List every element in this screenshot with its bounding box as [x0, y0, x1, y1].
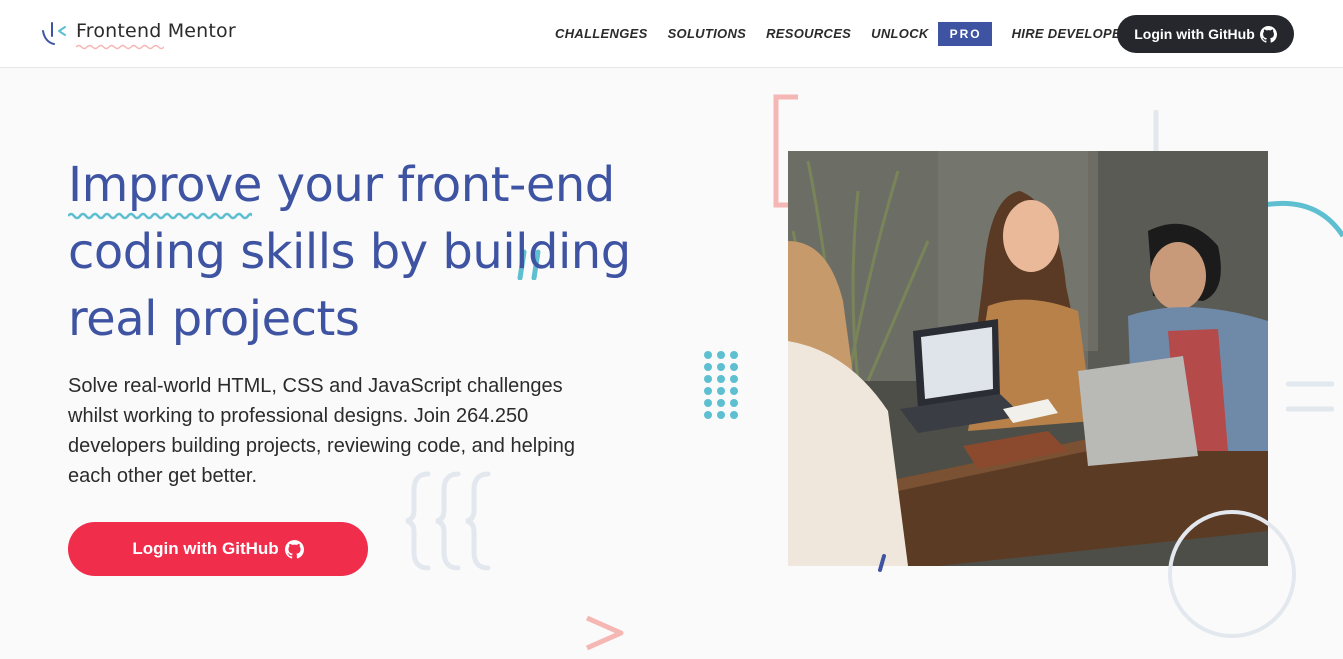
header-login-label: Login with GitHub	[1134, 26, 1255, 42]
github-icon	[284, 539, 304, 559]
hero-login-label: Login with GitHub	[132, 539, 279, 558]
frontend-mentor-logo-icon	[42, 22, 66, 45]
heading-underline-wave	[68, 212, 252, 220]
header-login-button[interactable]: Login with GitHub	[1117, 15, 1294, 53]
brand-logo[interactable]: Frontend Mentor	[40, 18, 236, 50]
nav-challenges[interactable]: CHALLENGES	[555, 22, 648, 46]
hero-heading: Improve your front-end coding skills by …	[68, 152, 668, 353]
brand-underline-wave	[76, 44, 164, 50]
teal-dot-grid-decoration	[704, 351, 738, 419]
main-nav: CHALLENGES SOLUTIONS RESOURCES UNLOCK PR…	[555, 22, 1160, 46]
blue-comma-decoration	[878, 554, 886, 572]
hero-heading-highlight: Improve	[68, 157, 262, 220]
gray-equals-decoration	[1286, 381, 1334, 412]
nav-resources[interactable]: RESOURCES	[766, 22, 851, 46]
github-icon	[1259, 25, 1277, 43]
gray-circle-decoration	[1168, 510, 1296, 638]
pro-badge: PRO	[937, 22, 992, 46]
nav-unlock-label: UNLOCK	[871, 26, 929, 41]
hero-login-button[interactable]: Login with GitHub	[68, 522, 368, 576]
site-header: Frontend Mentor CHALLENGES SOLUTIONS RES…	[0, 0, 1343, 68]
nav-unlock-pro[interactable]: UNLOCK PRO	[871, 22, 992, 46]
brand-name: Frontend Mentor	[76, 20, 236, 50]
hero-photo	[788, 151, 1268, 566]
teal-arc-decoration	[1263, 200, 1343, 238]
people-with-laptops-image	[788, 151, 1268, 566]
hero-description: Solve real-world HTML, CSS and JavaScrip…	[68, 375, 575, 487]
pink-chevron-decoration	[585, 615, 624, 651]
nav-solutions[interactable]: SOLUTIONS	[668, 22, 747, 46]
